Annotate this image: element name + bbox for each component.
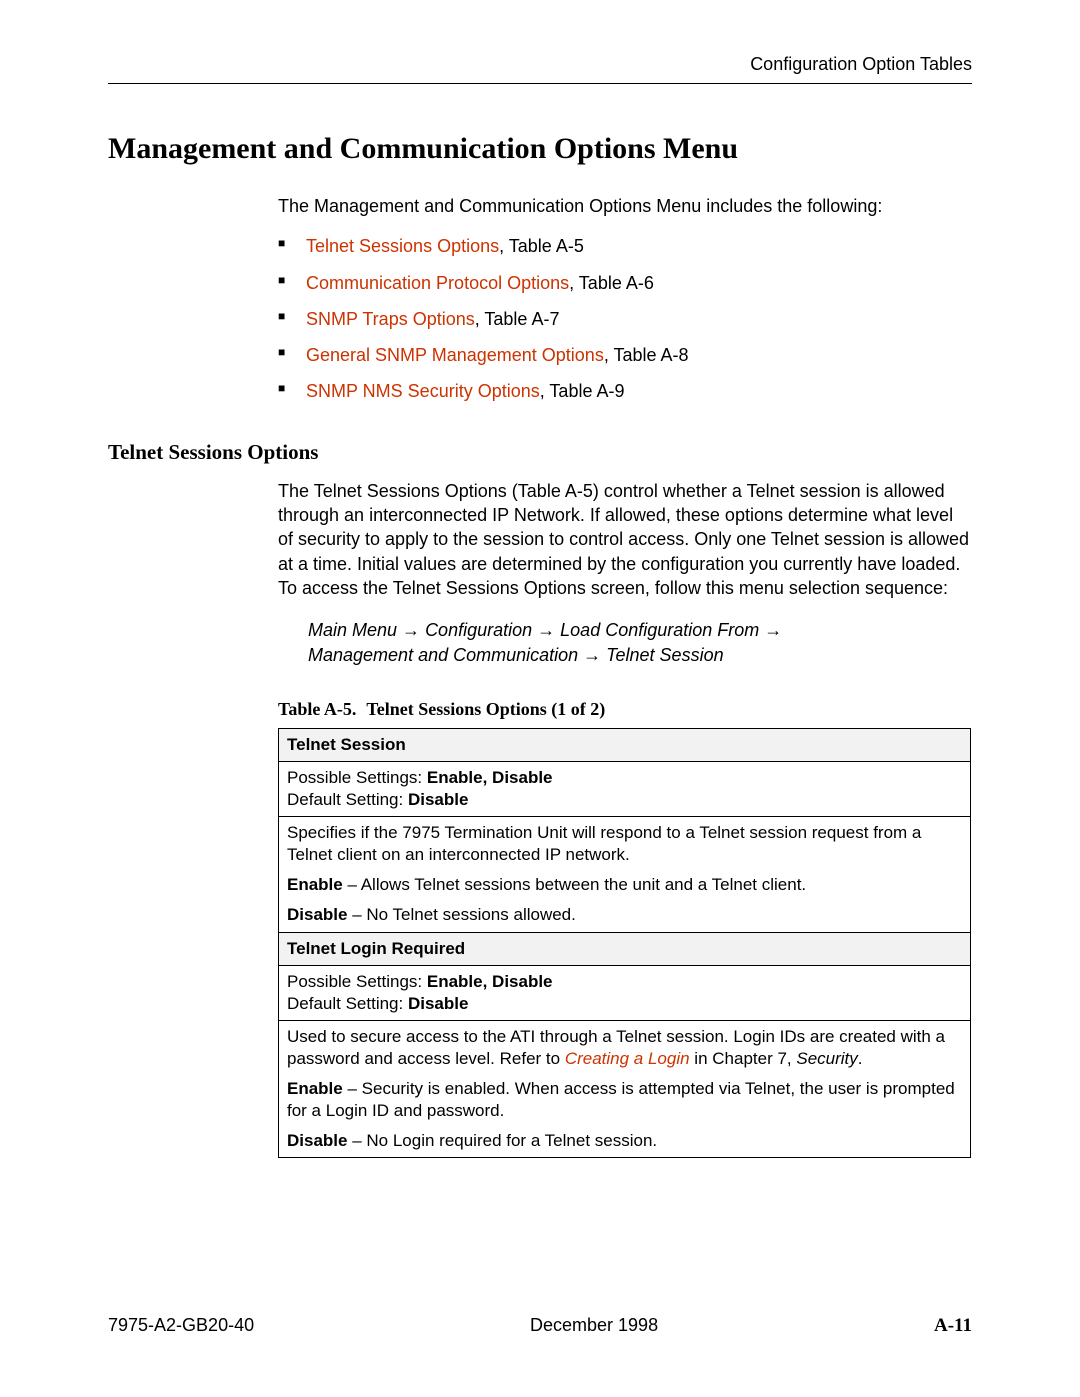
desc-text: Used to secure access to the ATI through… xyxy=(287,1026,962,1070)
enable-text: – Security is enabled. When access is at… xyxy=(287,1079,955,1120)
disable-label: Disable xyxy=(287,1131,347,1150)
enable-label: Enable xyxy=(287,875,343,894)
list-item-suffix: , Table A-7 xyxy=(475,309,560,329)
arrow-icon: → xyxy=(402,620,425,640)
desc-post: . xyxy=(858,1049,863,1068)
list-item: Telnet Sessions Options, Table A-5 xyxy=(278,234,972,258)
footer-pagenum: A-11 xyxy=(934,1315,972,1337)
table-caption: Table A-5. Telnet Sessions Options (1 of … xyxy=(278,699,972,720)
enable-line: Enable – Allows Telnet sessions between … xyxy=(287,874,962,896)
possible-value: Enable, Disable xyxy=(427,972,553,991)
list-item: General SNMP Management Options, Table A… xyxy=(278,343,972,367)
table-row-heading: Telnet Session xyxy=(279,728,971,761)
link-snmp-nms-security[interactable]: SNMP NMS Security Options xyxy=(306,381,540,401)
path-seg: Main Menu xyxy=(308,620,402,640)
header-rule xyxy=(108,83,972,84)
table-title: Telnet Sessions Options (1 of 2) xyxy=(366,699,605,719)
path-seg: Configuration xyxy=(425,620,537,640)
enable-label: Enable xyxy=(287,1079,343,1098)
arrow-icon: → xyxy=(764,620,782,640)
menu-path: Main Menu → Configuration → Load Configu… xyxy=(308,618,972,667)
arrow-icon: → xyxy=(537,620,560,640)
path-seg: Management and Communication xyxy=(308,645,583,665)
possible-label: Possible Settings: xyxy=(287,768,427,787)
section-paragraph: The Telnet Sessions Options (Table A-5) … xyxy=(278,479,972,600)
list-item-suffix: , Table A-9 xyxy=(540,381,625,401)
default-label: Default Setting: xyxy=(287,790,408,809)
arrow-icon: → xyxy=(583,645,606,665)
default-label: Default Setting: xyxy=(287,994,408,1013)
table-cell-settings: Possible Settings: Enable, Disable Defau… xyxy=(279,965,971,1020)
table-row-heading: Telnet Login Required xyxy=(279,932,971,965)
possible-value: Enable, Disable xyxy=(427,768,553,787)
list-item-suffix: , Table A-8 xyxy=(604,345,689,365)
table-cell-settings: Possible Settings: Enable, Disable Defau… xyxy=(279,761,971,816)
enable-line: Enable – Security is enabled. When acces… xyxy=(287,1078,962,1122)
list-item: SNMP NMS Security Options, Table A-9 xyxy=(278,379,972,403)
link-snmp-mgmt[interactable]: General SNMP Management Options xyxy=(306,345,604,365)
possible-label: Possible Settings: xyxy=(287,972,427,991)
desc-ital: Security xyxy=(796,1049,857,1068)
table-number: Table A-5. xyxy=(278,699,356,719)
options-bullet-list: Telnet Sessions Options, Table A-5 Commu… xyxy=(278,234,972,403)
running-header: Configuration Option Tables xyxy=(108,54,972,75)
page-content: Configuration Option Tables Management a… xyxy=(0,0,1080,1158)
default-value: Disable xyxy=(408,790,468,809)
disable-line: Disable – No Login required for a Telnet… xyxy=(287,1130,962,1152)
link-snmp-traps[interactable]: SNMP Traps Options xyxy=(306,309,475,329)
disable-text: – No Telnet sessions allowed. xyxy=(347,905,575,924)
page-title: Management and Communication Options Men… xyxy=(108,132,972,166)
path-seg: Load Configuration From xyxy=(560,620,764,640)
list-item-suffix: , Table A-5 xyxy=(499,236,584,256)
table-cell-description: Specifies if the 7975 Termination Unit w… xyxy=(279,817,971,932)
options-table: Telnet Session Possible Settings: Enable… xyxy=(278,728,971,1158)
page-footer: 7975-A2-GB20-40 December 1998 A-11 xyxy=(108,1315,972,1337)
link-creating-login[interactable]: Creating a Login xyxy=(565,1049,690,1068)
section-title: Telnet Sessions Options xyxy=(108,440,972,465)
footer-date: December 1998 xyxy=(530,1315,658,1336)
disable-text: – No Login required for a Telnet session… xyxy=(347,1131,657,1150)
list-item: Communication Protocol Options, Table A-… xyxy=(278,271,972,295)
link-comm-protocol[interactable]: Communication Protocol Options xyxy=(306,273,569,293)
disable-line: Disable – No Telnet sessions allowed. xyxy=(287,904,962,926)
desc-text: Specifies if the 7975 Termination Unit w… xyxy=(287,822,962,866)
link-telnet-sessions[interactable]: Telnet Sessions Options xyxy=(306,236,499,256)
list-item-suffix: , Table A-6 xyxy=(569,273,654,293)
intro-paragraph: The Management and Communication Options… xyxy=(278,194,972,218)
path-seg: Telnet Session xyxy=(606,645,723,665)
table-cell-description: Used to secure access to the ATI through… xyxy=(279,1020,971,1157)
enable-text: – Allows Telnet sessions between the uni… xyxy=(343,875,806,894)
disable-label: Disable xyxy=(287,905,347,924)
default-value: Disable xyxy=(408,994,468,1013)
desc-mid: in Chapter 7, xyxy=(690,1049,797,1068)
footer-docnum: 7975-A2-GB20-40 xyxy=(108,1315,254,1336)
list-item: SNMP Traps Options, Table A-7 xyxy=(278,307,972,331)
